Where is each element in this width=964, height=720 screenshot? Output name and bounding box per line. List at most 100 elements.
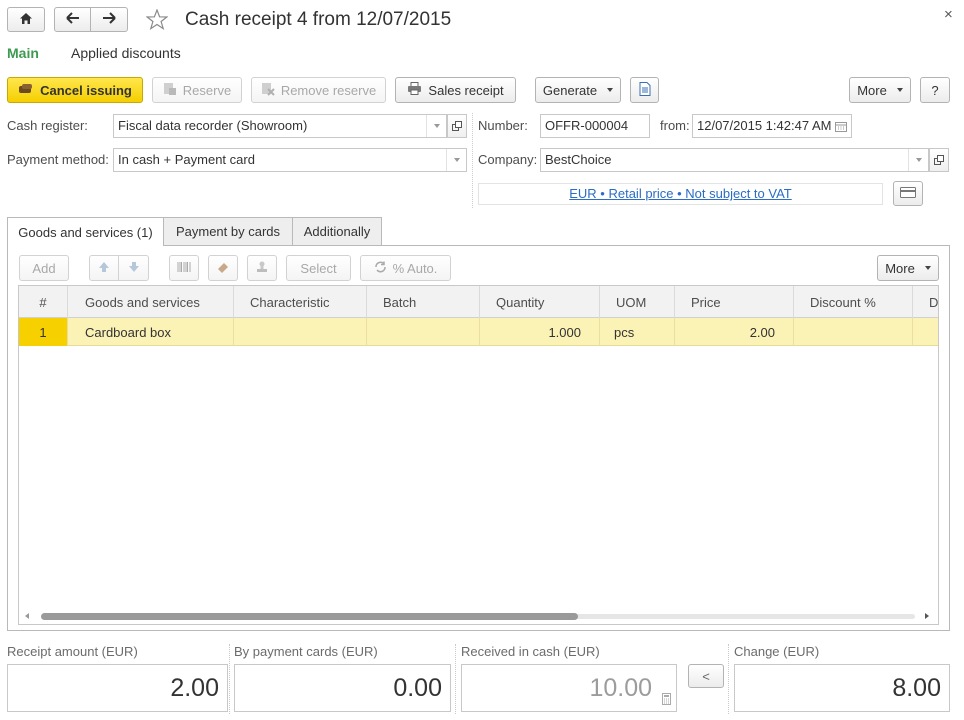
- cash-register-field[interactable]: Fiscal data recorder (Showroom): [113, 114, 447, 138]
- column-header-uom[interactable]: UOM: [600, 286, 675, 318]
- divider: [455, 644, 456, 714]
- close-icon[interactable]: ×: [944, 6, 953, 23]
- remove-reserve-label: Remove reserve: [280, 82, 377, 98]
- scroll-left-icon[interactable]: [25, 613, 29, 619]
- arrow-right-icon: [102, 12, 116, 27]
- table-row[interactable]: 1 Cardboard box 1.000 pcs 2.00: [19, 318, 938, 346]
- number-label: Number:: [478, 118, 528, 133]
- transfer-label: <: [702, 668, 710, 684]
- more-button[interactable]: More: [849, 77, 911, 103]
- favorite-star-icon[interactable]: [145, 8, 169, 33]
- generate-button[interactable]: Generate: [535, 77, 621, 103]
- tab-payment-by-cards[interactable]: Payment by cards: [163, 217, 293, 245]
- cancel-issuing-button[interactable]: Cancel issuing: [7, 77, 143, 103]
- page-title: Cash receipt 4 from 12/07/2015: [185, 9, 452, 30]
- barcode-button[interactable]: [169, 255, 199, 281]
- divider: [229, 644, 230, 714]
- horizontal-scrollbar[interactable]: [19, 609, 938, 624]
- select-button[interactable]: Select: [286, 255, 351, 281]
- row-d-cell[interactable]: [913, 318, 938, 346]
- stamp-button[interactable]: [247, 255, 277, 281]
- column-header-num[interactable]: #: [19, 286, 68, 318]
- table-more-button[interactable]: More: [877, 255, 939, 281]
- column-header-goods[interactable]: Goods and services: [68, 286, 234, 318]
- chevron-down-icon[interactable]: [908, 149, 928, 171]
- price-settings-button[interactable]: [893, 181, 923, 206]
- row-num-cell: 1: [19, 318, 68, 346]
- row-goods-cell[interactable]: Cardboard box: [68, 318, 234, 346]
- chevron-down-icon[interactable]: [446, 149, 466, 171]
- help-button[interactable]: ?: [920, 77, 950, 103]
- date-field[interactable]: 12/07/2015 1:42:47 AM: [692, 114, 852, 138]
- move-down-button[interactable]: [118, 255, 149, 281]
- column-header-batch[interactable]: Batch: [367, 286, 480, 318]
- section-tab-main[interactable]: Main: [7, 45, 39, 61]
- receipt-amount-value: 2.00: [170, 673, 219, 702]
- tab-goods-and-services[interactable]: Goods and services (1): [7, 217, 164, 246]
- cancel-issuing-icon: [18, 83, 34, 98]
- calculator-icon[interactable]: [662, 683, 671, 712]
- tab-additionally[interactable]: Additionally: [292, 217, 382, 245]
- from-label: from:: [660, 118, 690, 133]
- reserve-label: Reserve: [182, 82, 232, 98]
- row-batch-cell[interactable]: [367, 318, 480, 346]
- price-settings-link[interactable]: EUR • Retail price • Not subject to VAT: [478, 186, 883, 201]
- row-discount-cell[interactable]: [794, 318, 913, 346]
- home-button[interactable]: [7, 7, 45, 32]
- add-button[interactable]: Add: [19, 255, 69, 281]
- card-icon: [900, 186, 916, 201]
- printer-icon: [407, 82, 422, 98]
- sales-receipt-button[interactable]: Sales receipt: [395, 77, 516, 103]
- number-field[interactable]: OFFR-000004: [540, 114, 650, 138]
- company-field[interactable]: BestChoice: [540, 148, 929, 172]
- add-label: Add: [32, 260, 56, 276]
- change-label: Change (EUR): [734, 644, 820, 659]
- generate-label: Generate: [542, 82, 598, 98]
- column-header-characteristic[interactable]: Characteristic: [234, 286, 367, 318]
- arrow-left-icon: [65, 12, 80, 27]
- column-header-price[interactable]: Price: [675, 286, 794, 318]
- row-price-cell[interactable]: 2.00: [675, 318, 794, 346]
- by-cards-label: By payment cards (EUR): [234, 644, 378, 659]
- auto-discount-button[interactable]: % Auto.: [360, 255, 451, 281]
- payment-method-label: Payment method:: [7, 152, 109, 167]
- cash-register-value: Fiscal data recorder (Showroom): [118, 118, 308, 133]
- company-value: BestChoice: [545, 152, 612, 167]
- column-header-discount[interactable]: Discount %: [794, 286, 913, 318]
- scrollbar-thumb[interactable]: [41, 613, 578, 620]
- receipt-amount-label: Receipt amount (EUR): [7, 644, 138, 659]
- row-characteristic-cell[interactable]: [234, 318, 367, 346]
- help-label: ?: [931, 82, 939, 98]
- remove-reserve-button[interactable]: Remove reserve: [251, 77, 386, 103]
- document-button[interactable]: [630, 77, 659, 103]
- stamp-icon: [255, 261, 269, 276]
- received-cash-field[interactable]: 10.00: [461, 664, 677, 712]
- transfer-change-button[interactable]: <: [688, 664, 724, 688]
- auto-discount-label: % Auto.: [392, 260, 438, 276]
- column-header-quantity[interactable]: Quantity: [480, 286, 600, 318]
- move-up-button[interactable]: [89, 255, 119, 281]
- scroll-right-icon[interactable]: [925, 613, 929, 619]
- eraser-button[interactable]: [208, 255, 238, 281]
- row-uom-cell[interactable]: pcs: [600, 318, 675, 346]
- section-tab-applied-discounts[interactable]: Applied discounts: [71, 45, 181, 61]
- forward-button[interactable]: [90, 7, 128, 32]
- sales-receipt-label: Sales receipt: [428, 82, 504, 98]
- column-header-d[interactable]: D: [913, 286, 938, 318]
- arrow-up-icon: [98, 261, 110, 276]
- open-company-button[interactable]: [929, 148, 949, 172]
- cancel-issuing-label: Cancel issuing: [40, 82, 132, 98]
- back-button[interactable]: [54, 7, 91, 32]
- open-link-icon: [934, 153, 944, 168]
- reserve-button[interactable]: Reserve: [152, 77, 242, 103]
- calendar-icon[interactable]: [831, 115, 851, 137]
- row-quantity-cell[interactable]: 1.000: [480, 318, 600, 346]
- arrow-down-icon: [128, 261, 140, 276]
- payment-method-field[interactable]: In cash + Payment card: [113, 148, 467, 172]
- select-label: Select: [300, 260, 337, 276]
- table-more-label: More: [885, 260, 915, 276]
- by-cards-field: 0.00: [234, 664, 451, 712]
- by-cards-value: 0.00: [393, 673, 442, 702]
- open-cash-register-button[interactable]: [447, 114, 467, 138]
- chevron-down-icon[interactable]: [426, 115, 446, 137]
